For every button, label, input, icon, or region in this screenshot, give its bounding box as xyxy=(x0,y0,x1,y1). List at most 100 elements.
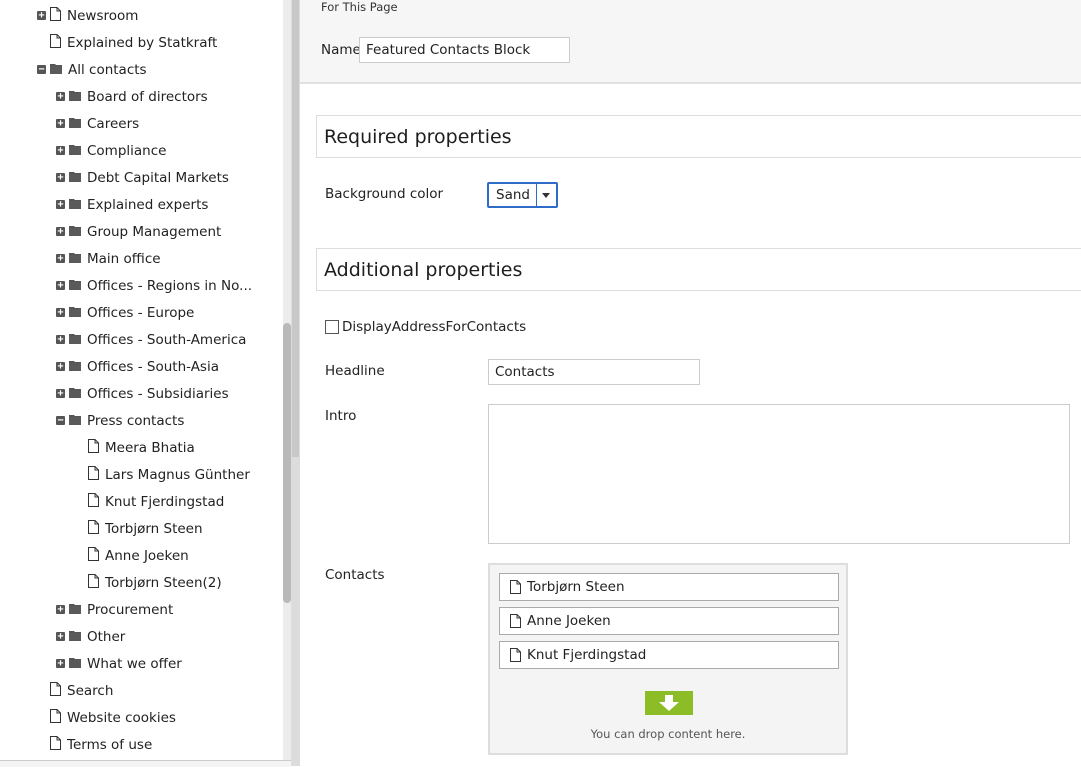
tree-item[interactable]: Group Management xyxy=(69,222,221,242)
tree-item[interactable]: Main office xyxy=(69,249,161,269)
headline-input[interactable] xyxy=(488,359,700,385)
for-this-page-label: For This Page xyxy=(321,0,398,14)
page-icon xyxy=(510,648,521,662)
tree-item-label: Explained by Statkraft xyxy=(67,35,218,51)
page-icon xyxy=(510,614,521,628)
tree-item-label: Procurement xyxy=(87,602,174,618)
expand-icon[interactable]: + xyxy=(56,146,65,156)
collapse-icon[interactable]: − xyxy=(37,65,46,75)
tree-item[interactable]: Torbjørn Steen(2) xyxy=(88,573,222,593)
folder-icon xyxy=(69,224,81,240)
tree-item-label: Terms of use xyxy=(67,737,153,753)
tree-item[interactable]: Offices - Subsidiaries xyxy=(69,384,229,404)
tree-item[interactable]: Newsroom xyxy=(50,6,138,26)
tree-item-label: Torbjørn Steen(2) xyxy=(105,575,222,591)
tree-item[interactable]: Search xyxy=(50,681,113,701)
tree-item-label: Anne Joeken xyxy=(105,548,189,564)
tree-item[interactable]: All contacts xyxy=(50,60,147,80)
tree-item-label: Meera Bhatia xyxy=(105,440,195,456)
intro-editor[interactable] xyxy=(488,404,1070,544)
expand-icon[interactable]: + xyxy=(56,173,65,183)
page-icon xyxy=(50,709,61,727)
contact-item[interactable]: Anne Joeken xyxy=(499,607,839,635)
headline-label: Headline xyxy=(325,363,385,379)
tree-item[interactable]: Offices - South-America xyxy=(69,330,246,350)
display-address-label: DisplayAddressForContacts xyxy=(342,319,527,335)
expand-icon[interactable]: + xyxy=(56,308,65,318)
page-icon xyxy=(88,520,99,538)
folder-icon xyxy=(69,656,81,672)
folder-icon xyxy=(69,251,81,267)
expand-icon[interactable]: + xyxy=(56,119,65,129)
page-icon xyxy=(88,574,99,592)
tree-item-label: Debt Capital Markets xyxy=(87,170,229,186)
tree-item-label: Board of directors xyxy=(87,89,208,105)
page-icon xyxy=(50,34,61,52)
folder-icon xyxy=(69,89,81,105)
tree-item[interactable]: Terms of use xyxy=(50,735,152,755)
tree-item-label: Group Management xyxy=(87,224,222,240)
tree-item-label: Main office xyxy=(87,251,161,267)
background-color-value: Sand xyxy=(496,187,530,203)
contact-item[interactable]: Torbjørn Steen xyxy=(499,573,839,601)
tree-item[interactable]: Careers xyxy=(69,114,139,134)
tree-item[interactable]: Knut Fjerdingstad xyxy=(88,492,224,512)
expand-icon[interactable]: + xyxy=(56,254,65,264)
expand-icon[interactable]: + xyxy=(56,362,65,372)
tree-item[interactable]: Other xyxy=(69,627,125,647)
expand-icon[interactable]: + xyxy=(56,92,65,102)
chevron-down-icon[interactable] xyxy=(535,184,556,206)
page-icon xyxy=(88,493,99,511)
tree-item[interactable]: Offices - South-Asia xyxy=(69,357,219,377)
expand-icon[interactable]: + xyxy=(56,200,65,210)
tree-item[interactable]: Offices - Regions in No... xyxy=(69,276,252,296)
tree-item-label: What we offer xyxy=(87,656,182,672)
properties-editor: For This Page Name Required properties B… xyxy=(300,0,1081,766)
drop-hint-text: You can drop content here. xyxy=(590,727,746,741)
required-properties-heading: Required properties xyxy=(316,115,1081,158)
folder-icon xyxy=(69,278,81,294)
tree-item[interactable]: Procurement xyxy=(69,600,173,620)
tree-item[interactable]: Explained experts xyxy=(69,195,208,215)
tree-item[interactable]: Anne Joeken xyxy=(88,546,189,566)
tree-item[interactable]: Explained by Statkraft xyxy=(50,33,217,53)
expand-icon[interactable]: + xyxy=(56,605,65,615)
tree-item[interactable]: Compliance xyxy=(69,141,166,161)
pane-scrollbar-thumb[interactable] xyxy=(292,0,299,457)
contact-item[interactable]: Knut Fjerdingstad xyxy=(499,641,839,669)
page-icon xyxy=(88,466,99,484)
folder-icon xyxy=(50,62,62,78)
expand-icon[interactable]: + xyxy=(56,659,65,669)
tree-item[interactable]: Debt Capital Markets xyxy=(69,168,229,188)
page-tree: + Newsroom Explained by Statkraft − All cont… xyxy=(0,0,283,766)
expand-icon[interactable]: + xyxy=(56,281,65,291)
page-icon xyxy=(50,682,61,700)
background-color-label: Background color xyxy=(325,186,444,202)
tree-scrollbar-thumb[interactable] xyxy=(283,323,291,603)
tree-item-label: Offices - Regions in No... xyxy=(87,278,253,294)
name-input[interactable] xyxy=(359,37,570,63)
background-color-select[interactable]: Sand xyxy=(487,182,558,208)
expand-icon[interactable]: + xyxy=(56,335,65,345)
display-address-checkbox[interactable] xyxy=(325,320,339,334)
tree-item[interactable]: Offices - Europe xyxy=(69,303,194,323)
folder-icon xyxy=(69,413,81,429)
tree-item[interactable]: Board of directors xyxy=(69,87,208,107)
tree-item[interactable]: Lars Magnus Günther xyxy=(88,465,250,485)
expand-icon[interactable]: + xyxy=(56,389,65,399)
tree-item[interactable]: Torbjørn Steen xyxy=(88,519,203,539)
tree-item-label: Offices - Europe xyxy=(87,305,195,321)
page-icon xyxy=(50,736,61,754)
collapse-icon[interactable]: − xyxy=(56,416,65,426)
contacts-content-area[interactable]: Torbjørn Steen Anne Joeken Knut Fjerding… xyxy=(488,563,848,755)
tree-item[interactable]: Meera Bhatia xyxy=(88,438,195,458)
tree-item-label: Newsroom xyxy=(67,8,139,24)
tree-item[interactable]: Website cookies xyxy=(50,708,176,728)
contact-item-label: Anne Joeken xyxy=(527,613,611,629)
tree-item[interactable]: Press contacts xyxy=(69,411,184,431)
expand-icon[interactable]: + xyxy=(56,632,65,642)
folder-icon xyxy=(69,386,81,402)
tree-item[interactable]: What we offer xyxy=(69,654,182,674)
expand-icon[interactable]: + xyxy=(56,227,65,237)
expand-icon[interactable]: + xyxy=(37,11,46,21)
